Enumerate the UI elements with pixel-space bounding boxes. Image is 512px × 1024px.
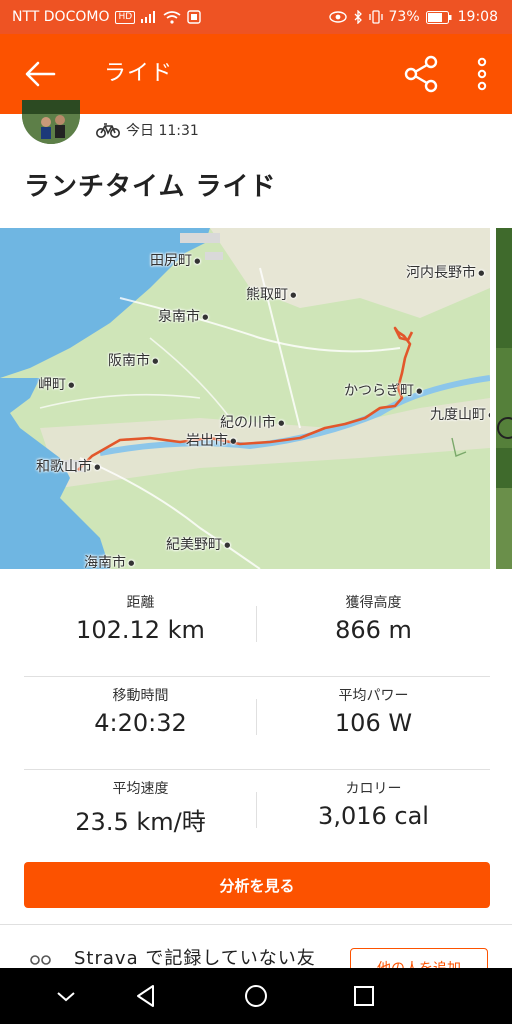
people-icon bbox=[30, 955, 51, 965]
stat-value: 866 m bbox=[335, 616, 412, 644]
more-vertical-icon[interactable] bbox=[470, 54, 494, 94]
battery-icon bbox=[425, 10, 452, 24]
stats-row: 移動時間 4:20:32 平均パワー 106 W bbox=[24, 677, 490, 770]
stats-row: 平均速度 23.5 km/時 カロリー 3,016 cal bbox=[24, 770, 490, 862]
system-nav-bar bbox=[0, 968, 512, 1024]
map-label: かつらぎ町 bbox=[344, 380, 422, 400]
nav-back-icon[interactable] bbox=[132, 982, 160, 1010]
carrier-name: NTT DOCOMO bbox=[12, 9, 110, 25]
map-label: 泉南市 bbox=[158, 306, 208, 326]
stat-avg-power: 平均パワー 106 W bbox=[257, 685, 490, 737]
clock: 19:08 bbox=[457, 9, 498, 25]
stat-elevation: 獲得高度 866 m bbox=[257, 592, 490, 644]
friend-promo-text: Strava で記録していない友 bbox=[74, 948, 316, 968]
ride-meta: 今日 11:31 bbox=[96, 120, 199, 140]
eye-icon bbox=[328, 11, 347, 23]
map-label: 九度山町 bbox=[430, 404, 490, 424]
stat-label: 平均速度 bbox=[112, 781, 169, 797]
stat-label: 移動時間 bbox=[112, 688, 169, 704]
stats-grid: 距離 102.12 km 獲得高度 866 m 移動時間 4:20:32 平均パ… bbox=[24, 584, 490, 862]
vibrate-icon bbox=[368, 10, 383, 24]
route-map[interactable]: 田尻町 泉南市 熊取町 阪南市 岬町 河内長野市 かつらぎ町 紀の川市 岩出市 … bbox=[0, 228, 490, 569]
stat-calories: カロリー 3,016 cal bbox=[257, 778, 490, 830]
page-title: ライド bbox=[104, 61, 174, 86]
arrow-left-icon[interactable] bbox=[22, 56, 58, 92]
map-label: 紀美野町 bbox=[166, 534, 230, 554]
map-label: 熊取町 bbox=[246, 284, 296, 304]
signal-icon bbox=[141, 11, 156, 23]
stat-value: 3,016 cal bbox=[318, 802, 429, 830]
battery-percent: 73% bbox=[388, 9, 420, 25]
nav-home-icon[interactable] bbox=[242, 982, 270, 1010]
share-icon[interactable] bbox=[402, 54, 440, 94]
activity-title: ランチタイム ライド bbox=[24, 172, 277, 202]
stat-value: 23.5 km/時 bbox=[75, 808, 206, 836]
map-label: 海南市 bbox=[84, 552, 134, 569]
avatar[interactable] bbox=[22, 100, 80, 144]
map-label: 紀の川市 bbox=[220, 412, 284, 432]
stat-avg-speed: 平均速度 23.5 km/時 bbox=[24, 778, 257, 837]
map-label: 和歌山市 bbox=[36, 456, 100, 476]
map-label: 河内長野市 bbox=[406, 262, 484, 282]
activity-timestamp: 今日 11:31 bbox=[126, 123, 199, 139]
stat-label: 平均パワー bbox=[338, 688, 409, 704]
stats-row: 距離 102.12 km 獲得高度 866 m bbox=[24, 584, 490, 677]
map-label: 岬町 bbox=[38, 374, 74, 394]
stat-label: カロリー bbox=[345, 781, 402, 797]
stat-label: 距離 bbox=[126, 595, 155, 611]
divider bbox=[0, 924, 512, 925]
status-bar: NTT DOCOMO HD 73% 19:08 bbox=[0, 0, 512, 34]
friend-promo: Strava で記録していない友 他の人を追加 bbox=[0, 926, 512, 968]
stat-distance: 距離 102.12 km bbox=[24, 592, 257, 644]
view-analysis-button[interactable]: 分析を見る bbox=[24, 862, 490, 908]
map-label: 阪南市 bbox=[108, 350, 158, 370]
add-people-button[interactable]: 他の人を追加 bbox=[350, 948, 488, 968]
stat-value: 102.12 km bbox=[76, 616, 205, 644]
photo-thumbnail[interactable] bbox=[496, 228, 512, 569]
stat-label: 獲得高度 bbox=[345, 595, 402, 611]
map-label: 岩出市 bbox=[186, 430, 236, 450]
chevron-down-icon[interactable] bbox=[52, 982, 80, 1010]
bluetooth-icon bbox=[354, 10, 362, 24]
hd-badge: HD bbox=[115, 10, 136, 24]
notification-icon bbox=[187, 10, 201, 24]
stat-value: 4:20:32 bbox=[94, 709, 187, 737]
nav-recents-icon[interactable] bbox=[350, 982, 378, 1010]
stat-value: 106 W bbox=[334, 709, 413, 737]
bike-icon bbox=[96, 123, 120, 138]
stat-moving-time: 移動時間 4:20:32 bbox=[24, 685, 257, 737]
wifi-icon bbox=[163, 10, 181, 24]
map-label: 田尻町 bbox=[150, 250, 200, 270]
